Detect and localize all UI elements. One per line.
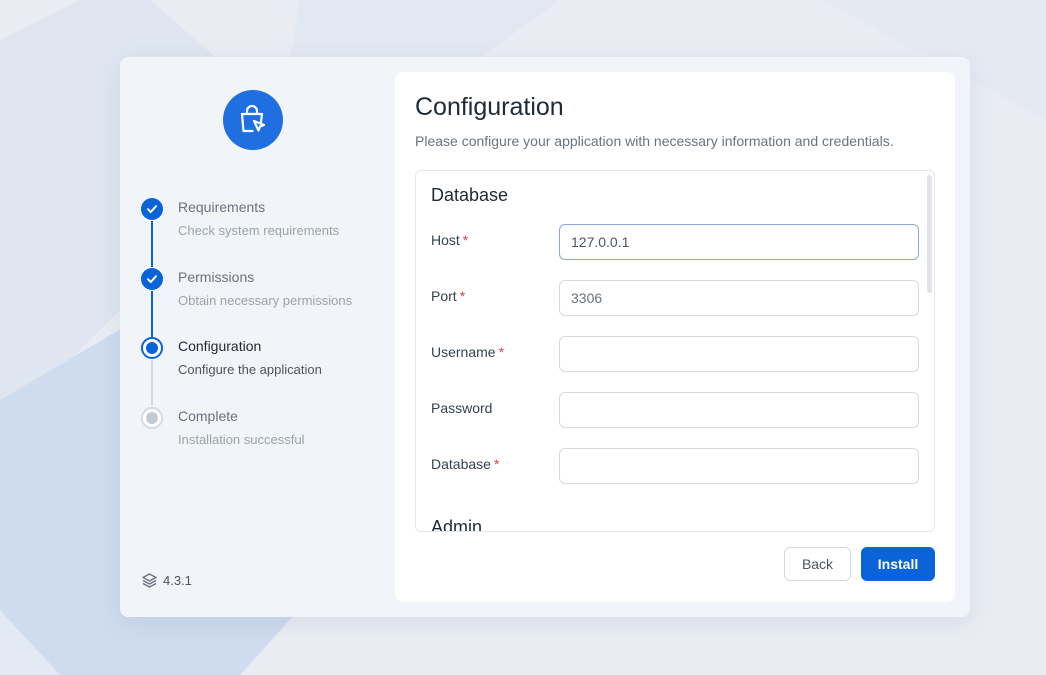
- required-marker: *: [493, 456, 500, 472]
- back-button[interactable]: Back: [784, 547, 851, 581]
- database-section-title: Database: [431, 185, 509, 205]
- installation-steps: Requirements Check system requirements P…: [140, 197, 380, 475]
- username-row: Username *: [431, 336, 919, 372]
- pending-step-icon: [141, 406, 163, 429]
- database-input[interactable]: [559, 448, 919, 484]
- host-input[interactable]: [559, 224, 919, 260]
- step-description: Check system requirements: [178, 223, 340, 238]
- password-label: Password: [431, 400, 493, 416]
- configuration-panel: Configuration Please configure your appl…: [395, 72, 955, 602]
- username-label: Username *: [431, 344, 505, 360]
- step-description: Installation successful: [178, 431, 305, 447]
- step-requirements[interactable]: Requirements Check system requirements: [140, 197, 380, 267]
- step-connector: [151, 221, 153, 267]
- app-logo: [223, 90, 283, 150]
- required-marker: *: [462, 232, 469, 248]
- check-icon: [141, 198, 163, 220]
- port-label: Port *: [431, 288, 466, 304]
- host-label: Host *: [431, 232, 469, 248]
- step-connector: [151, 360, 153, 406]
- database-row: Database *: [431, 448, 919, 484]
- shopping-bag-cursor-icon: [240, 104, 266, 133]
- step-title: Configuration: [178, 338, 262, 354]
- admin-section-title: Admin: [431, 517, 483, 532]
- page-title: Configuration: [415, 93, 564, 121]
- install-button[interactable]: Install: [861, 547, 935, 581]
- database-label: Database *: [431, 456, 500, 472]
- port-row: Port *: [431, 280, 919, 316]
- version-label: 4.3.1: [163, 573, 192, 588]
- username-input[interactable]: [559, 336, 919, 372]
- password-input[interactable]: [559, 392, 919, 428]
- step-complete[interactable]: Complete Installation successful: [140, 406, 380, 476]
- required-marker: *: [459, 288, 466, 304]
- step-configuration[interactable]: Configuration Configure the application: [140, 336, 380, 406]
- configuration-form[interactable]: Database Host* Port* Username* Password …: [415, 170, 935, 532]
- layers-icon: [142, 573, 157, 588]
- step-description: Obtain necessary permissions: [178, 292, 353, 308]
- active-step-icon: [141, 337, 163, 359]
- password-row: Password: [431, 392, 919, 428]
- installer-card: Requirements Check system requirements P…: [120, 57, 970, 617]
- step-title: Permissions: [178, 268, 255, 285]
- host-row: Host *: [431, 224, 919, 260]
- step-connector: [151, 290, 153, 337]
- step-description: Configure the application: [178, 362, 322, 377]
- port-input[interactable]: [559, 280, 919, 316]
- version-info: 4.3.1: [141, 572, 192, 589]
- form-scrollbar[interactable]: [927, 175, 932, 293]
- step-title: Complete: [178, 407, 238, 424]
- required-marker: *: [498, 344, 505, 360]
- check-icon: [141, 267, 163, 290]
- page-subtitle: Please configure your application with n…: [415, 133, 894, 149]
- step-title: Requirements: [178, 199, 266, 215]
- step-permissions[interactable]: Permissions Obtain necessary permissions: [140, 267, 380, 337]
